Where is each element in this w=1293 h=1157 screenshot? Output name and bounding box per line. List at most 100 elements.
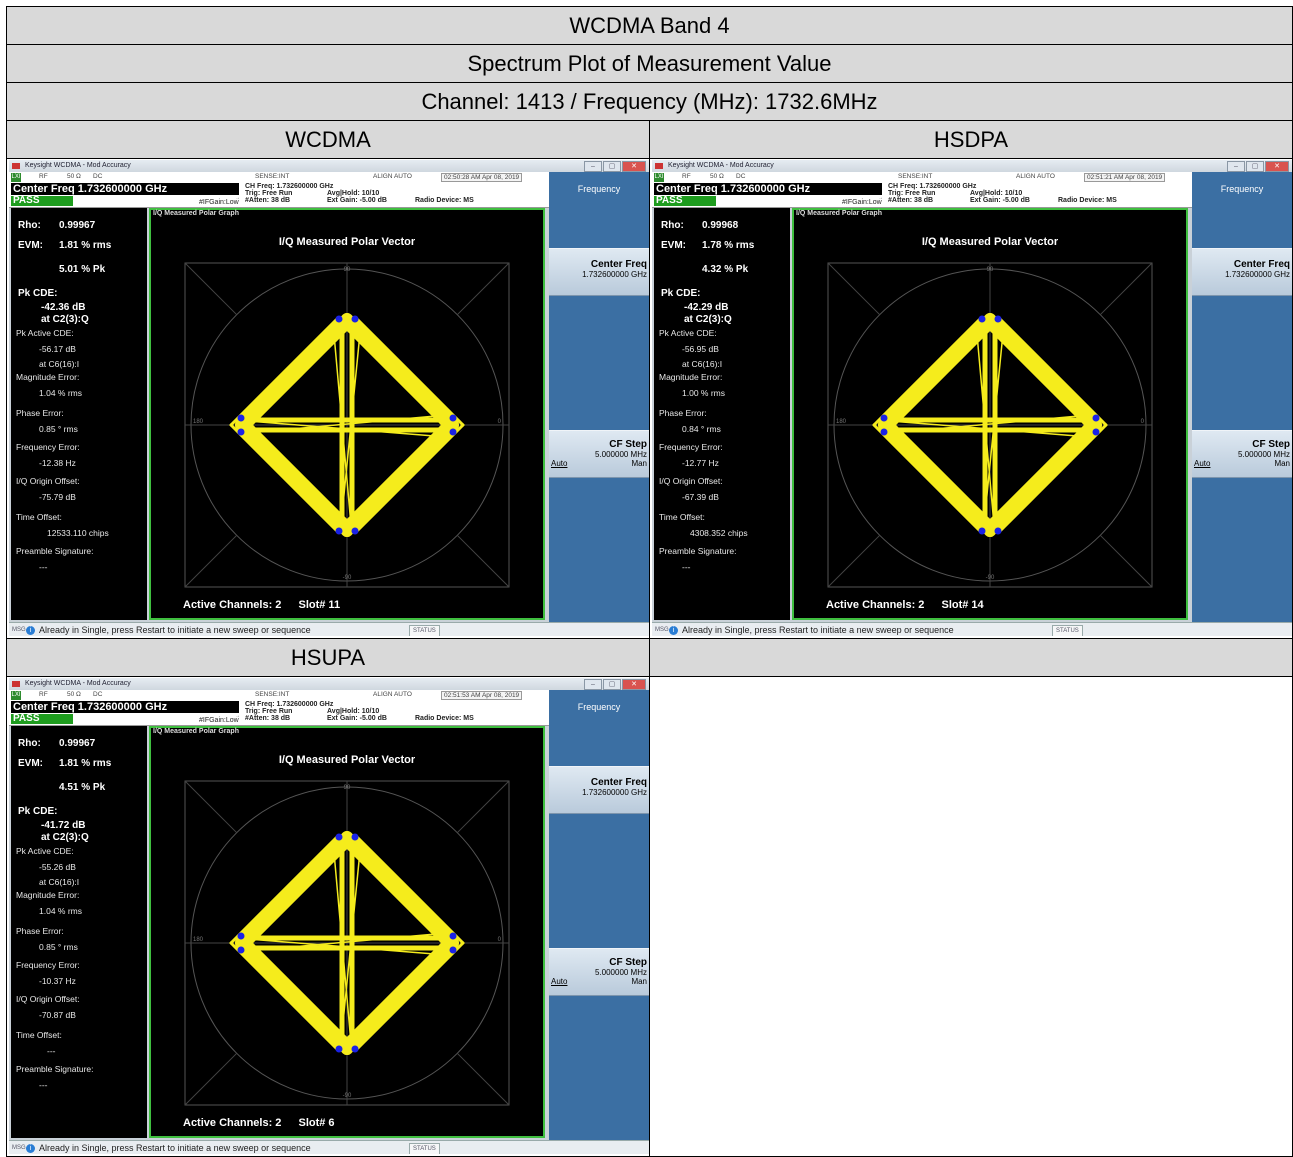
center-freq-display[interactable]: Center Freq 1.732600000 GHz <box>11 701 239 713</box>
status-message: Already in Single, press Restart to init… <box>39 1143 311 1153</box>
close-button[interactable]: ✕ <box>622 161 646 172</box>
close-button[interactable]: ✕ <box>622 679 646 690</box>
evm-label: EVM: <box>18 758 43 769</box>
status-button[interactable]: STATUS <box>409 625 440 636</box>
center-freq-softkey[interactable]: Center Freq 1.732600000 GHz <box>549 248 649 296</box>
evm-rms-value: 1.81 % rms <box>59 240 112 251</box>
status-button[interactable]: STATUS <box>409 1143 440 1154</box>
restore-button[interactable]: ▢ <box>603 679 621 690</box>
graph-window-title: I/Q Measured Polar Graph <box>153 210 239 217</box>
minimize-button[interactable]: – <box>584 161 602 172</box>
trace-segment <box>998 317 1108 427</box>
attenuation: #Atten: 38 dB <box>245 197 291 204</box>
man-option[interactable]: Man <box>1274 459 1290 468</box>
magnitude-error-value: 1.04 % rms <box>39 906 82 916</box>
ext-gain: Ext Gain: -5.00 dB <box>327 197 387 204</box>
center-freq-softkey-value: 1.732600000 GHz <box>1225 270 1290 279</box>
symbol-point <box>1092 414 1100 422</box>
symbol-point <box>449 428 457 436</box>
magnitude-error-value: 1.04 % rms <box>39 388 82 398</box>
trace-segment <box>998 423 1108 533</box>
center-freq-softkey[interactable]: Center Freq 1.732600000 GHz <box>1192 248 1292 296</box>
diagonal-gridline <box>184 780 238 834</box>
coupling-label: DC <box>736 173 746 180</box>
window-titlebar: Keysight WCDMA - Mod Accuracy – ▢ ✕ <box>9 678 649 690</box>
trace-segment <box>229 941 339 1051</box>
man-option[interactable]: Man <box>631 977 647 986</box>
center-freq-display[interactable]: Center Freq 1.732600000 GHz <box>11 183 239 195</box>
diagonal-gridline <box>184 1052 238 1106</box>
auto-man-toggle[interactable]: Auto Man <box>1192 459 1292 468</box>
rho-value: 0.99967 <box>59 738 96 749</box>
axis-tick-left: 180 <box>193 419 204 425</box>
results-panel: Rho: 0.99967 EVM: 1.81 % rms 5.01 % Pk P… <box>11 208 147 620</box>
auto-man-toggle[interactable]: Auto Man <box>549 977 649 986</box>
evm-pk-value: 5.01 % Pk <box>59 264 106 275</box>
attenuation: #Atten: 38 dB <box>888 197 934 204</box>
coupling-label: DC <box>93 691 103 698</box>
phase-error-label: Phase Error: <box>16 926 64 936</box>
auto-option[interactable]: Auto <box>1194 459 1210 468</box>
if-gain: #IFGain:Low <box>199 199 239 206</box>
symbol-point <box>449 946 457 954</box>
cf-step-softkey-label: CF Step <box>609 439 647 450</box>
softkey-menu-title: Frequency <box>577 184 621 194</box>
center-freq-softkey[interactable]: Center Freq 1.732600000 GHz <box>549 766 649 814</box>
time-offset-label: Time Offset: <box>659 512 705 522</box>
minimize-button[interactable]: – <box>1227 161 1245 172</box>
impedance-label: 50 Ω <box>67 173 81 180</box>
window-titlebar: Keysight WCDMA - Mod Accuracy – ▢ ✕ <box>9 160 649 172</box>
symbol-point <box>335 315 343 323</box>
polar-graph-window: 90 180 0 -90 I/Q Measured Polar Graph I/Q M… <box>792 208 1188 620</box>
axis-tick-top: 90 <box>987 267 994 273</box>
info-icon: i <box>669 626 678 635</box>
cf-step-softkey[interactable]: CF Step 5.000000 MHz Auto Man <box>1192 430 1292 478</box>
results-panel: Rho: 0.99967 EVM: 1.81 % rms 4.51 % Pk P… <box>11 726 147 1138</box>
graph-window-title: I/Q Measured Polar Graph <box>796 210 882 217</box>
window-title: Keysight WCDMA - Mod Accuracy <box>25 162 131 169</box>
softkey-panel: Frequency Center Freq 1.732600000 GHz CF… <box>549 172 649 622</box>
if-gain: #IFGain:Low <box>199 717 239 724</box>
frequency-error-label: Frequency Error: <box>659 442 723 452</box>
symbol-point <box>351 1045 359 1053</box>
evm-pk-value: 4.32 % Pk <box>702 264 749 275</box>
trace-segment <box>878 313 996 431</box>
cf-step-softkey[interactable]: CF Step 5.000000 MHz Auto Man <box>549 430 649 478</box>
window-controls: – ▢ ✕ <box>1227 161 1289 172</box>
symbol-point <box>237 428 245 436</box>
polar-graph-window: 90 180 0 -90 I/Q Measured Polar Graph I/Q M… <box>149 208 545 620</box>
center-freq-softkey-label: Center Freq <box>1233 259 1290 270</box>
trace-segment <box>235 419 353 537</box>
auto-option[interactable]: Auto <box>551 977 567 986</box>
diagonal-gridline <box>184 534 238 588</box>
symbol-point <box>449 932 457 940</box>
center-freq-display[interactable]: Center Freq 1.732600000 GHz <box>654 183 882 195</box>
status-button[interactable]: STATUS <box>1052 625 1083 636</box>
axis-tick-left: 180 <box>193 937 204 943</box>
timestamp: 02:50:28 AM Apr 08, 2019 <box>441 173 523 182</box>
rho-label: Rho: <box>18 220 41 231</box>
restore-button[interactable]: ▢ <box>603 161 621 172</box>
man-option[interactable]: Man <box>631 459 647 468</box>
minimize-button[interactable]: – <box>584 679 602 690</box>
center-freq-softkey-value: 1.732600000 GHz <box>582 270 647 279</box>
input-settings-strip: RF 50 Ω DC SENSE:INT ALIGN AUTO 02:51:21… <box>672 173 1192 182</box>
message-bar: MSG i Already in Single, press Restart t… <box>652 622 1292 636</box>
frequency-error-label: Frequency Error: <box>16 442 80 452</box>
auto-option[interactable]: Auto <box>551 459 567 468</box>
restore-button[interactable]: ▢ <box>1246 161 1264 172</box>
trace-segment <box>341 419 459 537</box>
sense-label: SENSE:INT <box>255 691 290 698</box>
diagonal-gridline <box>456 534 510 588</box>
cf-step-softkey[interactable]: CF Step 5.000000 MHz Auto Man <box>549 948 649 996</box>
axis-tick-bottom: -90 <box>343 575 352 581</box>
input-settings-strip: RF 50 Ω DC SENSE:INT ALIGN AUTO 02:51:53… <box>29 691 549 700</box>
pk-active-cde-value: -56.17 dB <box>39 344 76 354</box>
close-button[interactable]: ✕ <box>1265 161 1289 172</box>
rho-label: Rho: <box>661 220 684 231</box>
time-offset-label: Time Offset: <box>16 1030 62 1040</box>
diagonal-gridline <box>184 262 238 316</box>
phase-error-value: 0.84 ° rms <box>682 424 721 434</box>
auto-man-toggle[interactable]: Auto Man <box>549 459 649 468</box>
status-message: Already in Single, press Restart to init… <box>682 625 954 635</box>
